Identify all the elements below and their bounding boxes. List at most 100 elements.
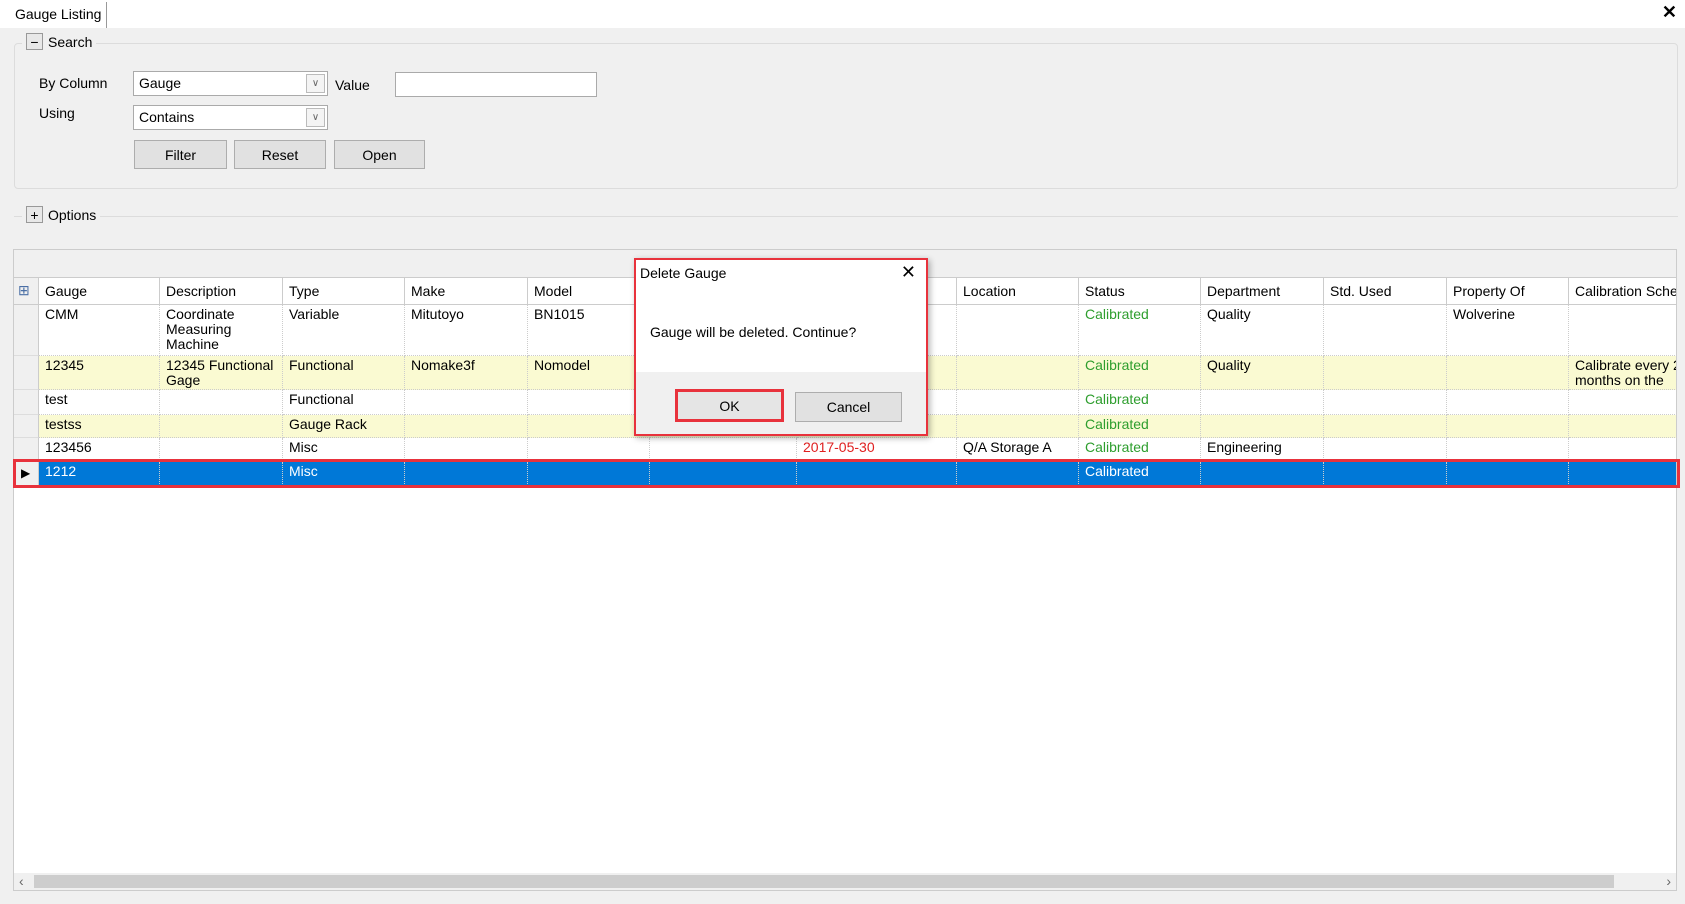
filter-button[interactable]: Filter (134, 140, 227, 169)
grid-cell[interactable]: Variable (283, 305, 405, 356)
grid-cell[interactable] (650, 438, 797, 462)
scroll-right-icon[interactable]: › (1666, 873, 1671, 889)
grid-cell[interactable] (1324, 462, 1447, 486)
expand-icon[interactable]: + (26, 206, 43, 223)
grid-cell[interactable] (405, 462, 528, 486)
grid-cell[interactable]: Gauge Rack (283, 415, 405, 438)
grid-cell[interactable]: Functional (283, 356, 405, 390)
column-header[interactable]: Department (1201, 278, 1324, 305)
grid-cell[interactable] (1447, 415, 1569, 438)
column-header[interactable]: Std. Used (1324, 278, 1447, 305)
scroll-left-icon[interactable]: ‹ (19, 873, 24, 889)
dialog-close-icon[interactable]: ✕ (901, 262, 916, 283)
grid-cell[interactable]: CMM (39, 305, 160, 356)
open-button[interactable]: Open (334, 140, 425, 169)
column-header[interactable]: Property Of (1447, 278, 1569, 305)
horizontal-scrollbar[interactable]: ‹ › (14, 873, 1676, 890)
grid-cell[interactable] (160, 415, 283, 438)
column-header[interactable]: Make (405, 278, 528, 305)
row-header[interactable] (14, 438, 39, 462)
grid-cell[interactable] (957, 305, 1079, 356)
collapse-icon[interactable]: − (26, 33, 43, 50)
chevron-down-icon[interactable]: ∨ (306, 108, 325, 127)
grid-cell[interactable]: Q/A Storage A (957, 438, 1079, 462)
grid-cell[interactable] (957, 390, 1079, 415)
grid-cell[interactable]: 1212 (39, 462, 160, 486)
grid-cell[interactable] (405, 390, 528, 415)
column-header[interactable]: Gauge (39, 278, 160, 305)
grid-cell[interactable] (405, 438, 528, 462)
grid-cell[interactable]: 12345 Functional Gage (160, 356, 283, 390)
grid-cell[interactable]: Quality (1201, 305, 1324, 356)
grid-cell[interactable] (1569, 305, 1676, 356)
column-header[interactable]: Status (1079, 278, 1201, 305)
grid-cell[interactable]: 123456 (39, 438, 160, 462)
grid-cell[interactable] (1324, 390, 1447, 415)
scrollbar-thumb[interactable] (34, 875, 1614, 888)
grid-cell[interactable] (797, 462, 957, 486)
grid-cell[interactable]: Calibrated (1079, 462, 1201, 486)
grid-cell[interactable]: Functional (283, 390, 405, 415)
grid-cell[interactable] (1447, 462, 1569, 486)
grid-cell[interactable] (528, 415, 650, 438)
column-header[interactable]: Calibration Sche (1569, 278, 1676, 305)
search-group-header[interactable]: − Search (22, 33, 97, 50)
grid-cell[interactable] (405, 415, 528, 438)
grid-cell[interactable] (1324, 438, 1447, 462)
chevron-down-icon[interactable]: ∨ (306, 74, 325, 93)
grid-cell[interactable]: Nomodel (528, 356, 650, 390)
grid-cell[interactable] (1201, 462, 1324, 486)
grid-cell[interactable] (528, 438, 650, 462)
grid-cell[interactable] (528, 462, 650, 486)
grid-cell[interactable] (1201, 390, 1324, 415)
grid-cell[interactable] (1201, 415, 1324, 438)
using-select[interactable]: Contains ∨ (133, 105, 328, 130)
grid-cell[interactable] (1569, 438, 1676, 462)
value-input[interactable] (395, 72, 597, 97)
column-header[interactable]: Type (283, 278, 405, 305)
cancel-button[interactable]: Cancel (795, 392, 902, 422)
row-header[interactable] (14, 305, 39, 356)
grid-cell[interactable]: Calibrated (1079, 390, 1201, 415)
grid-cell[interactable] (957, 415, 1079, 438)
grid-cell[interactable]: test (39, 390, 160, 415)
grid-cell[interactable] (528, 390, 650, 415)
grid-cell[interactable] (160, 438, 283, 462)
grid-cell[interactable]: Calibrated (1079, 356, 1201, 390)
grid-cell[interactable] (1447, 356, 1569, 390)
grid-cell[interactable] (1569, 415, 1676, 438)
grid-cell[interactable] (1324, 305, 1447, 356)
grid-cell[interactable]: Engineering (1201, 438, 1324, 462)
row-header[interactable] (14, 390, 39, 415)
grid-cell[interactable]: Nomake3f (405, 356, 528, 390)
grid-cell[interactable]: 2017-05-30 (797, 438, 957, 462)
grid-cell[interactable]: Misc (283, 438, 405, 462)
close-icon[interactable]: ✕ (1662, 2, 1677, 23)
grid-cell[interactable] (160, 462, 283, 486)
grid-cell[interactable] (1324, 356, 1447, 390)
grid-cell[interactable] (1324, 415, 1447, 438)
options-group-header[interactable]: + Options (22, 206, 101, 223)
grid-cell[interactable] (1447, 438, 1569, 462)
column-header[interactable]: Location (957, 278, 1079, 305)
row-header[interactable] (14, 356, 39, 390)
row-header[interactable]: ▶ (14, 462, 39, 486)
grid-cell[interactable]: BN1015 (528, 305, 650, 356)
grid-cell[interactable] (957, 462, 1079, 486)
grid-cell[interactable]: Mitutoyo (405, 305, 528, 356)
column-chooser-icon[interactable]: ⊞ (14, 278, 39, 305)
by-column-select[interactable]: Gauge ∨ (133, 71, 328, 96)
grid-cell[interactable] (160, 390, 283, 415)
column-header[interactable]: Description (160, 278, 283, 305)
grid-cell[interactable]: Wolverine (1447, 305, 1569, 356)
grid-cell[interactable] (1569, 462, 1676, 486)
grid-cell[interactable]: Calibrated (1079, 415, 1201, 438)
grid-cell[interactable]: Coordinate Measuring Machine (160, 305, 283, 356)
tab-gauge-listing[interactable]: Gauge Listing (10, 2, 108, 28)
grid-cell[interactable] (650, 462, 797, 486)
reset-button[interactable]: Reset (234, 140, 326, 169)
grid-cell[interactable] (1447, 390, 1569, 415)
grid-cell[interactable]: testss (39, 415, 160, 438)
grid-cell[interactable] (957, 356, 1079, 390)
row-header[interactable] (14, 415, 39, 438)
